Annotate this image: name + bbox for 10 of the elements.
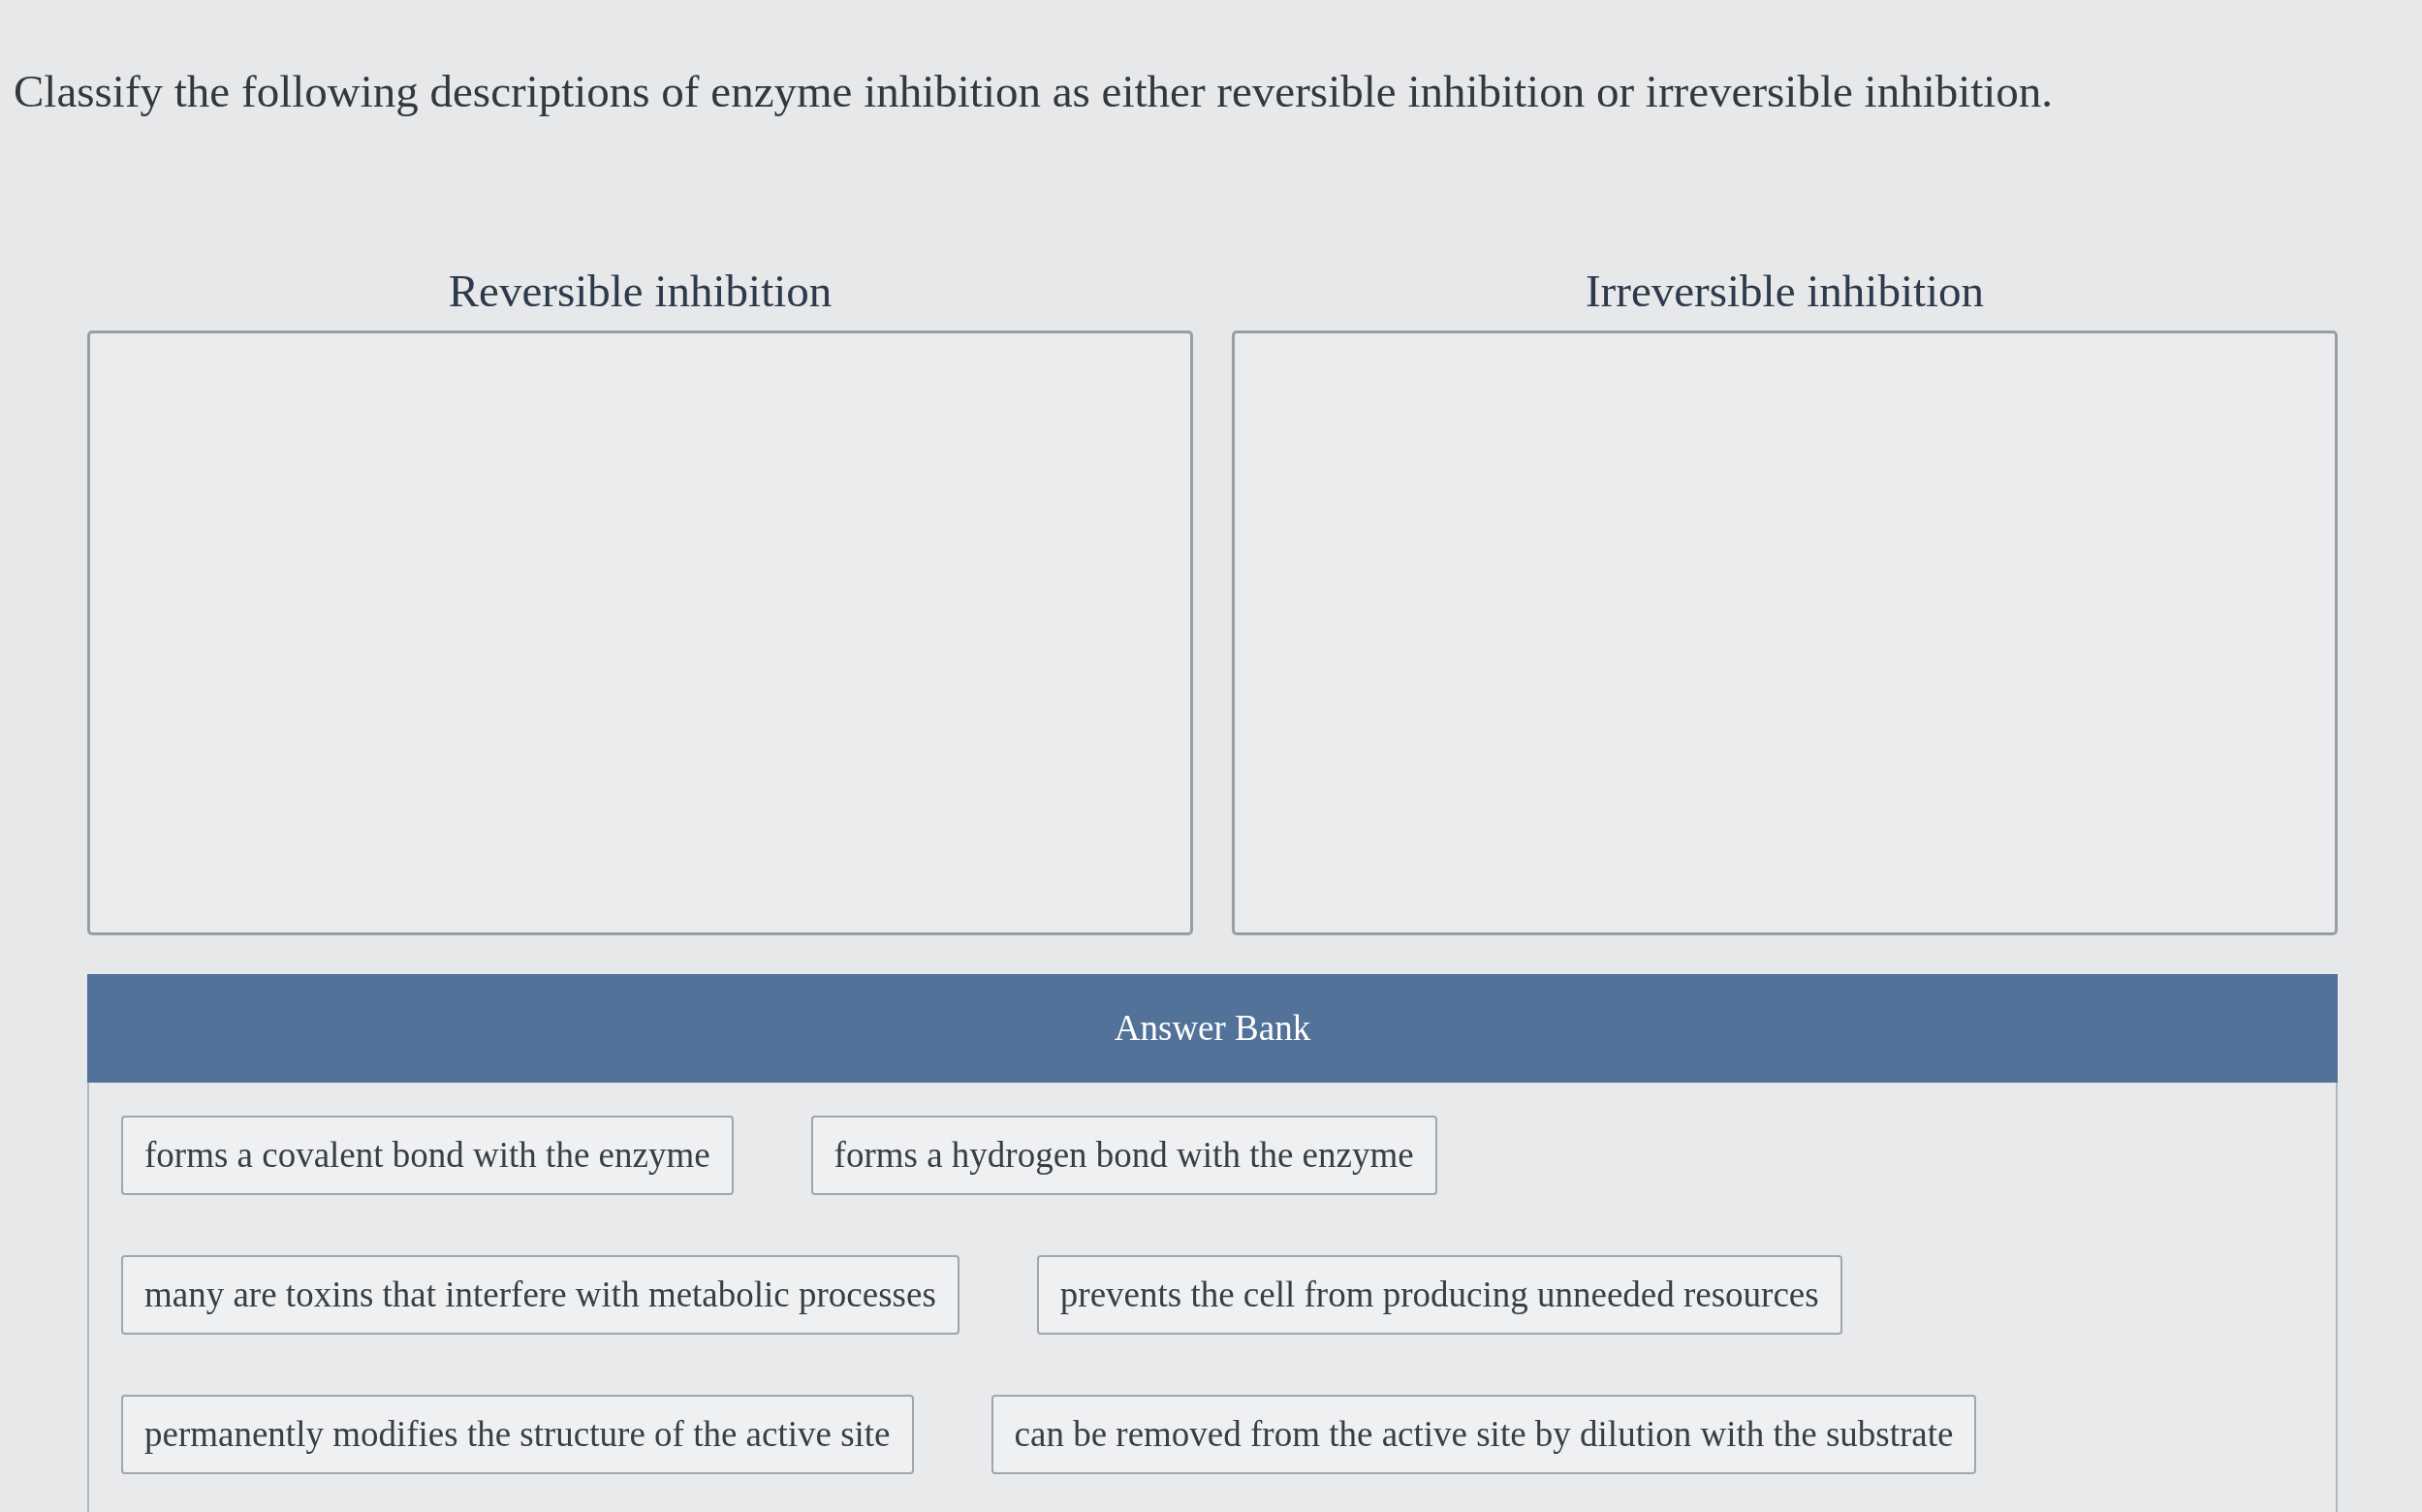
category-heading: Irreversible inhibition bbox=[1585, 265, 1985, 319]
answer-chip[interactable]: forms a hydrogen bond with the enzyme bbox=[810, 1115, 1437, 1195]
answer-chip[interactable]: can be removed from the active site by dilution with the substrate bbox=[991, 1394, 1977, 1474]
answer-chip[interactable]: prevents the cell from producing unneeded resources bbox=[1036, 1254, 1842, 1335]
answer-bank-title: Answer Bank bbox=[1114, 1006, 1311, 1050]
category-heading: Reversible inhibition bbox=[448, 265, 833, 319]
answer-chip[interactable]: many are toxins that interfere with metabolic processes bbox=[121, 1254, 959, 1335]
instruction-text: Classify the following descriptions of enzyme inhibition as either reversible inhibition or irreversible inhibition. bbox=[14, 65, 2054, 118]
answer-chip[interactable]: permanently modifies the structure of the active site bbox=[121, 1394, 914, 1474]
answer-chip[interactable]: forms a covalent bond with the enzyme bbox=[121, 1115, 734, 1195]
